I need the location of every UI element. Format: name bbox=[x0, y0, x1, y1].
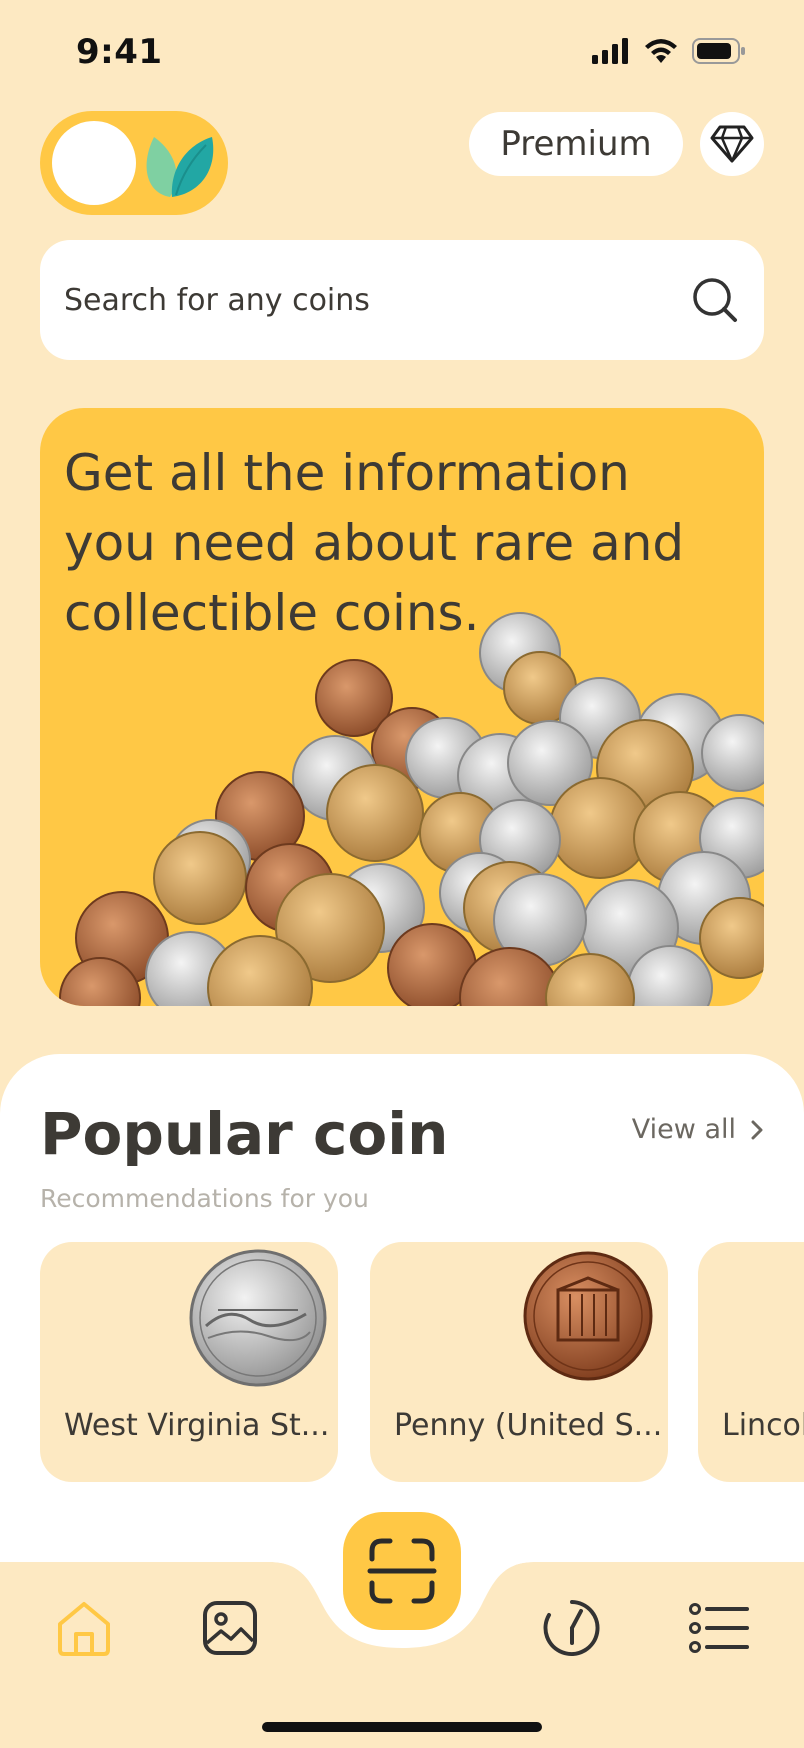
tab-history[interactable] bbox=[532, 1588, 612, 1668]
diamond-button[interactable] bbox=[700, 112, 764, 176]
coin-name: Lincol bbox=[722, 1408, 804, 1443]
tab-list[interactable] bbox=[680, 1588, 760, 1668]
coin-carousel[interactable]: West Virginia St... Penny (United S... L… bbox=[40, 1242, 804, 1482]
status-time: 9:41 bbox=[76, 32, 163, 72]
battery-icon bbox=[692, 38, 745, 64]
premium-button[interactable]: Premium bbox=[469, 112, 683, 176]
coin-card[interactable]: Penny (United S... bbox=[370, 1242, 668, 1482]
section-subtitle: Recommendations for you bbox=[40, 1184, 369, 1213]
view-all-label: View all bbox=[631, 1114, 736, 1145]
search-input[interactable] bbox=[64, 282, 692, 318]
tab-home[interactable] bbox=[44, 1588, 124, 1668]
coin-card[interactable]: Lincol bbox=[698, 1242, 804, 1482]
coin-card[interactable]: West Virginia St... bbox=[40, 1242, 338, 1482]
popular-coin-section: Popular coin View all Recommendations fo… bbox=[0, 1054, 804, 1574]
home-icon bbox=[58, 1602, 110, 1656]
theme-toggle[interactable] bbox=[40, 111, 228, 215]
coin-image bbox=[523, 1251, 653, 1381]
diamond-icon bbox=[710, 125, 754, 163]
status-icons bbox=[592, 38, 746, 64]
home-indicator bbox=[262, 1722, 542, 1732]
status-bar: 9:41 bbox=[0, 0, 804, 108]
search-bar[interactable] bbox=[40, 240, 764, 360]
toggle-knob bbox=[52, 121, 136, 205]
scan-button[interactable] bbox=[343, 1512, 461, 1630]
chevron-right-icon bbox=[751, 1120, 763, 1139]
history-icon bbox=[543, 1600, 600, 1656]
scan-icon bbox=[367, 1538, 437, 1604]
list-icon bbox=[689, 1603, 749, 1653]
info-banner[interactable]: Get all the information you need about r… bbox=[40, 408, 764, 1006]
gallery-icon bbox=[203, 1601, 257, 1655]
wifi-icon bbox=[645, 39, 677, 63]
banner-text: Get all the information you need about r… bbox=[64, 444, 685, 642]
section-title: Popular coin bbox=[40, 1100, 449, 1168]
coin-name: Penny (United S... bbox=[394, 1408, 663, 1443]
leaf-icon bbox=[146, 137, 214, 197]
tab-gallery[interactable] bbox=[190, 1588, 270, 1668]
cellular-icon bbox=[592, 38, 628, 64]
view-all-link[interactable]: View all bbox=[632, 1114, 764, 1145]
coin-name: West Virginia St... bbox=[64, 1408, 330, 1443]
search-icon[interactable] bbox=[692, 277, 738, 323]
coin-image bbox=[189, 1249, 327, 1387]
